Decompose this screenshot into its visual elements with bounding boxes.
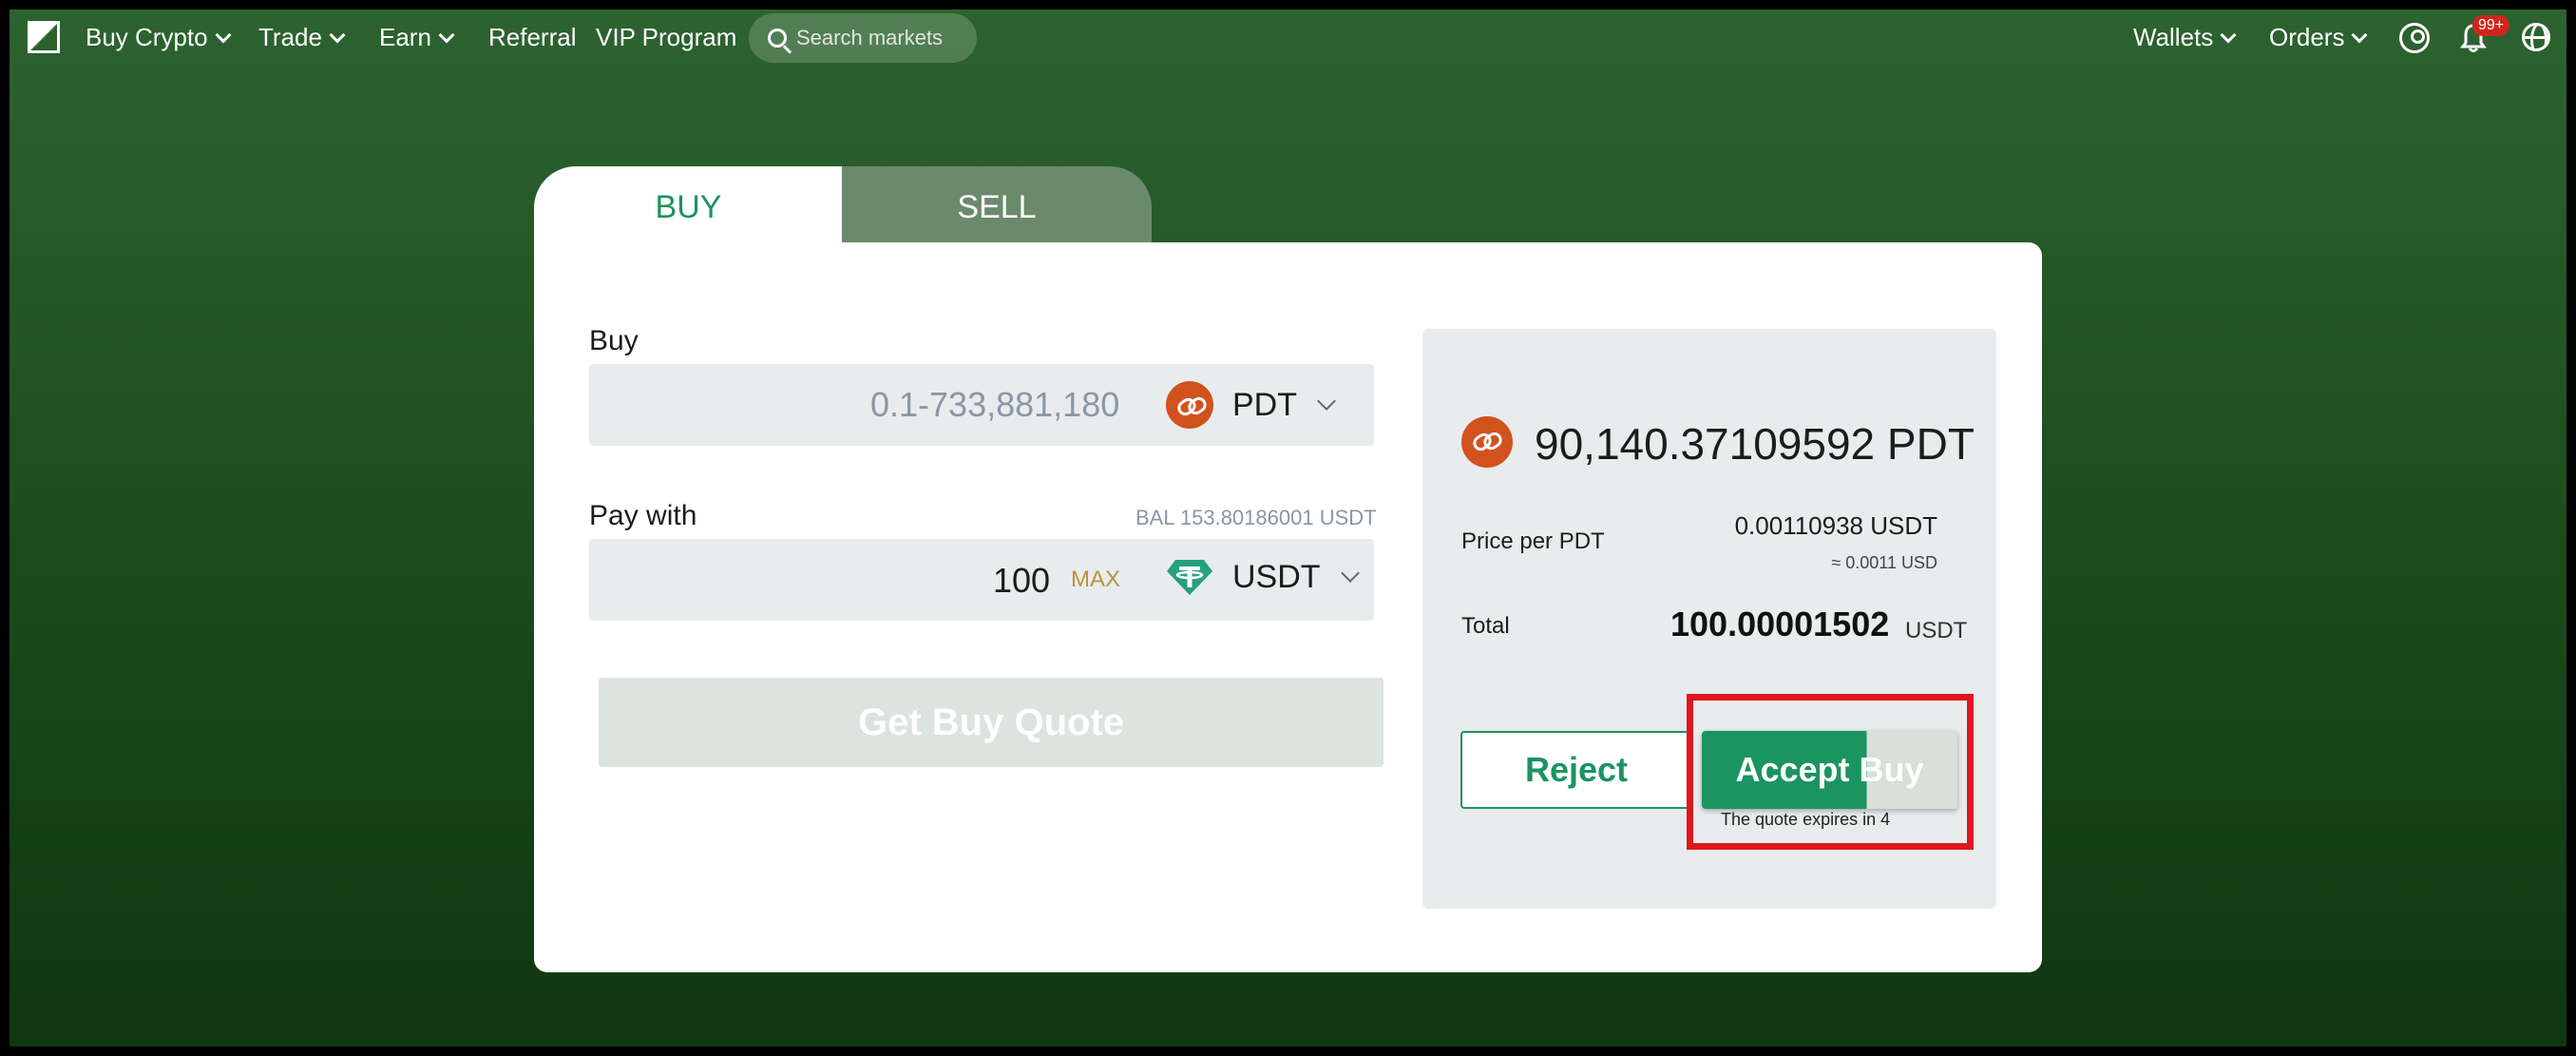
chevron-down-icon (215, 27, 232, 43)
nav-referral-label: Referral (488, 23, 577, 51)
get-buy-quote-button[interactable]: Get Buy Quote (599, 678, 1383, 767)
total-value: 100.00001502 (1670, 605, 1890, 643)
chevron-down-icon (1340, 564, 1360, 583)
tab-sell[interactable]: SELL (842, 166, 1152, 252)
user-icon[interactable] (2399, 23, 2430, 53)
quote-amount: 90,140.37109592 PDT (1535, 419, 1975, 469)
pay-with-label: Pay with (589, 500, 697, 531)
buy-asset-select[interactable]: PDT (1166, 381, 1336, 429)
nav-vip-label: VIP Program (596, 23, 737, 51)
chevron-down-icon (2351, 27, 2368, 43)
price-approx: ≈ 0.0011 USD (1831, 553, 1937, 572)
globe-icon[interactable] (2522, 23, 2550, 51)
pdt-coin-icon (1461, 416, 1513, 468)
pdt-coin-icon (1166, 381, 1213, 429)
accept-buy-button[interactable]: Accept Buy (1702, 731, 1957, 809)
nav-vip-program[interactable]: VIP Program (596, 23, 736, 52)
nav-buy-crypto[interactable]: Buy Crypto (86, 23, 232, 52)
balance-text: BAL 153.80186001 USDT (1135, 506, 1377, 529)
buy-label: Buy (589, 325, 639, 356)
nav-referral[interactable]: Referral (488, 23, 576, 52)
logo-icon[interactable] (28, 21, 60, 53)
pay-asset-label: USDT (1232, 558, 1321, 595)
nav-earn[interactable]: Earn (379, 23, 455, 52)
nav-trade[interactable]: Trade (258, 23, 346, 52)
nav-orders[interactable]: Orders (2269, 23, 2368, 52)
search-icon (768, 29, 787, 48)
reject-button[interactable]: Reject (1460, 731, 1692, 809)
chevron-down-icon (329, 27, 346, 43)
chevron-down-icon (1317, 392, 1336, 411)
buy-asset-label: PDT (1232, 386, 1297, 423)
tab-buy[interactable]: BUY (534, 166, 843, 252)
usdt-coin-icon (1166, 558, 1213, 596)
nav-wallets[interactable]: Wallets (2133, 23, 2237, 52)
nav-orders-label: Orders (2269, 23, 2345, 51)
nav-buy-crypto-label: Buy Crypto (86, 23, 208, 51)
pay-amount-value: 100 (993, 561, 1051, 600)
total-unit: USDT (1905, 618, 1968, 643)
pay-asset-select[interactable]: USDT (1166, 558, 1360, 596)
nav-earn-label: Earn (379, 23, 431, 51)
search-box[interactable] (749, 13, 977, 63)
chevron-down-icon (2220, 27, 2237, 43)
max-button[interactable]: MAX (1071, 566, 1120, 593)
quote-expiry-text: The quote expires in 4 (1721, 810, 1891, 829)
nav-trade-label: Trade (258, 23, 322, 51)
notification-badge: 99+ (2472, 15, 2510, 36)
buy-amount-placeholder: 0.1-733,881,180 (870, 385, 1120, 424)
price-label: Price per PDT (1461, 528, 1605, 554)
app-frame: Buy Crypto Trade Earn Referral VIP Progr… (10, 10, 2566, 1046)
top-nav: Buy Crypto Trade Earn Referral VIP Progr… (10, 10, 2566, 67)
search-input[interactable] (796, 26, 967, 50)
nav-wallets-label: Wallets (2133, 23, 2214, 51)
price-value: 0.00110938 USDT (1734, 511, 1937, 540)
chevron-down-icon (438, 27, 455, 43)
total-label: Total (1461, 613, 1510, 639)
